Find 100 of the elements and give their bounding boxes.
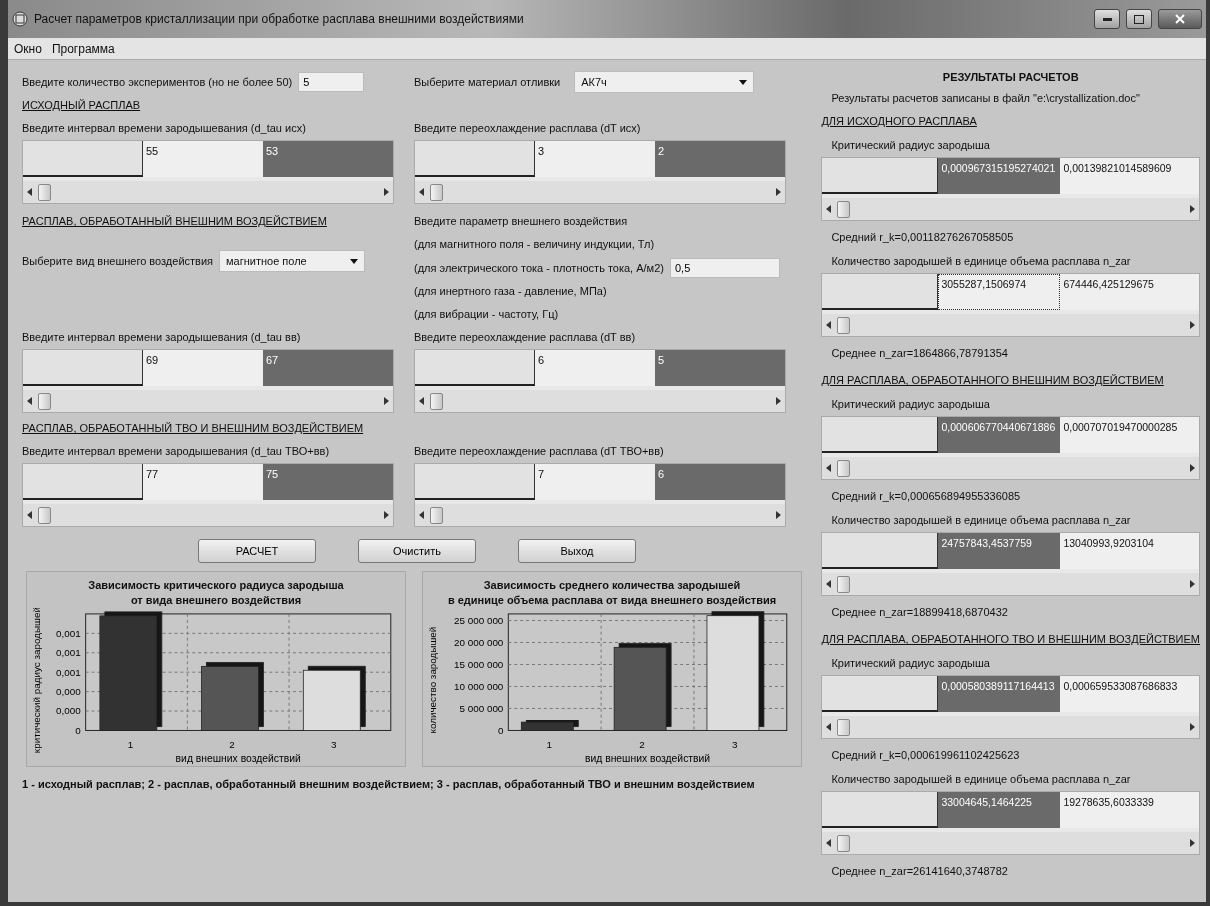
grid-cell[interactable]: 33004645,1464225 (938, 792, 1061, 828)
scroll-thumb[interactable] (837, 718, 851, 736)
scroll-thumb[interactable] (38, 506, 51, 524)
scroll-thumb[interactable] (837, 459, 851, 477)
data-grid[interactable]: 55 53 (22, 140, 394, 204)
action-button[interactable]: Очистить (358, 539, 476, 563)
grid-cell[interactable]: 24757843,4537759 (938, 533, 1061, 569)
grid-cell[interactable]: 67 (263, 350, 393, 386)
scroll-right-icon[interactable] (1190, 839, 1195, 847)
material-dropdown[interactable]: АК7ч (574, 71, 755, 93)
scroll-left-icon[interactable] (27, 188, 32, 196)
close-button[interactable] (1158, 9, 1202, 29)
grid-cell[interactable]: 53 (263, 141, 393, 177)
scroll-right-icon[interactable] (384, 511, 389, 519)
data-grid[interactable]: 0,000967315195274021 0,00139821014589609 (821, 157, 1200, 221)
chart-title: Зависимость среднего количества зародышей в единице объема расплава от вида внешнего воздействия (447, 578, 777, 608)
grid-cell[interactable]: 5 (655, 350, 785, 386)
scroll-thumb[interactable] (38, 183, 51, 201)
scroll-bar[interactable] (822, 573, 1199, 595)
data-grid[interactable]: 77 75 (22, 463, 394, 527)
scroll-bar[interactable] (822, 198, 1199, 220)
section-heading: ДЛЯ ИСХОДНОГО РАСПЛАВА (821, 114, 977, 129)
scroll-bar[interactable] (822, 457, 1199, 479)
scroll-bar[interactable] (415, 181, 785, 203)
scroll-thumb[interactable] (837, 575, 851, 593)
scroll-bar[interactable] (415, 504, 785, 526)
scroll-bar[interactable] (23, 181, 393, 203)
menu-item[interactable]: Окно (14, 41, 42, 56)
field-label: Количество зародышей в единице объема расплава n_zar (830, 254, 1131, 269)
scroll-left-icon[interactable] (826, 723, 832, 731)
scroll-bar[interactable] (822, 832, 1199, 854)
minimize-button[interactable] (1094, 9, 1120, 29)
scroll-thumb[interactable] (430, 183, 443, 201)
scroll-thumb[interactable] (430, 392, 443, 410)
field-label: Введите количество экспериментов (но не более 50) (22, 74, 293, 90)
data-grid[interactable]: 33004645,1464225 19278635,6033339 (821, 791, 1200, 855)
results-title: РЕЗУЛЬТАТЫ РАСЧЕТОВ (941, 70, 1080, 85)
grid-cell[interactable]: 2 (655, 141, 785, 177)
y-tick-label: 0 (75, 724, 81, 736)
close-icon (1175, 14, 1185, 24)
result-text: Средний r_k=0,000619961102425623 (830, 748, 1020, 763)
scroll-right-icon[interactable] (384, 397, 389, 405)
data-grid[interactable]: 0,000606770440671886 0,000707019470000285 (821, 416, 1200, 480)
scroll-thumb[interactable] (430, 506, 443, 524)
scroll-right-icon[interactable] (1190, 723, 1195, 731)
scroll-left-icon[interactable] (826, 205, 832, 213)
scroll-thumb[interactable] (837, 316, 851, 334)
section-heading: ИСХОДНЫЙ РАСПЛАВ (22, 98, 141, 113)
grid-cell[interactable]: 6 (655, 464, 785, 500)
data-grid[interactable]: 0,000580389117164413 0,000659533087686833 (821, 675, 1200, 739)
grid-cell[interactable]: 0,000606770440671886 (938, 417, 1061, 453)
scroll-thumb[interactable] (837, 834, 851, 852)
scroll-left-icon[interactable] (826, 464, 832, 472)
window-title: Расчет параметров кристаллизации при обработке расплава внешними воздействиями (34, 12, 525, 26)
scroll-left-icon[interactable] (419, 511, 424, 519)
data-grid[interactable]: 6 5 (414, 349, 786, 413)
grid-cell[interactable]: 75 (263, 464, 393, 500)
scroll-right-icon[interactable] (776, 511, 781, 519)
action-button[interactable]: РАСЧЕТ (198, 539, 316, 563)
scroll-left-icon[interactable] (826, 839, 832, 847)
scroll-right-icon[interactable] (776, 397, 781, 405)
grid-cell[interactable]: 3055287,1506974 (938, 274, 1061, 310)
scroll-left-icon[interactable] (27, 511, 32, 519)
scroll-thumb[interactable] (837, 200, 851, 218)
scroll-left-icon[interactable] (419, 397, 424, 405)
data-grid[interactable]: 7 6 (414, 463, 786, 527)
action-button[interactable]: Выход (518, 539, 636, 563)
scroll-left-icon[interactable] (419, 188, 424, 196)
menu-item[interactable]: Программа (51, 41, 115, 56)
scroll-thumb[interactable] (38, 392, 51, 410)
maximize-button[interactable] (1126, 9, 1152, 29)
scroll-left-icon[interactable] (27, 397, 32, 405)
scroll-right-icon[interactable] (1190, 464, 1195, 472)
scroll-right-icon[interactable] (384, 188, 389, 196)
scroll-bar[interactable] (23, 504, 393, 526)
scroll-right-icon[interactable] (1190, 580, 1195, 588)
field-label: Критический радиус зародыша (830, 656, 990, 671)
data-grid[interactable]: 24757843,4537759 13040993,9203104 (821, 532, 1200, 596)
input-field[interactable]: 5 (298, 72, 365, 92)
x-tick-label: 1 (546, 739, 552, 751)
effect-dropdown[interactable]: магнитное поле (219, 250, 366, 272)
y-tick-label: 0,001 (56, 647, 81, 659)
scroll-bar[interactable] (23, 390, 393, 412)
scroll-left-icon[interactable] (826, 580, 832, 588)
grid-cell[interactable]: 0,000580389117164413 (938, 676, 1061, 712)
scroll-right-icon[interactable] (1190, 321, 1195, 329)
x-tick-label: 2 (229, 739, 235, 751)
data-grid[interactable]: 3 2 (414, 140, 786, 204)
scroll-bar[interactable] (822, 314, 1199, 336)
input-field[interactable]: 0,5 (669, 258, 780, 278)
field-label: Введите переохлаждение расплава (dT исх) (414, 121, 642, 136)
scroll-right-icon[interactable] (776, 188, 781, 196)
data-grid[interactable]: 69 67 (22, 349, 394, 413)
scroll-bar[interactable] (822, 716, 1199, 738)
scroll-left-icon[interactable] (826, 321, 832, 329)
grid-cell[interactable]: 0,000967315195274021 (938, 158, 1061, 194)
scroll-right-icon[interactable] (1190, 205, 1195, 213)
field-label: Выберите материал отливки (414, 74, 561, 90)
scroll-bar[interactable] (415, 390, 785, 412)
data-grid[interactable]: 3055287,1506974 674446,425129675 (821, 273, 1200, 337)
